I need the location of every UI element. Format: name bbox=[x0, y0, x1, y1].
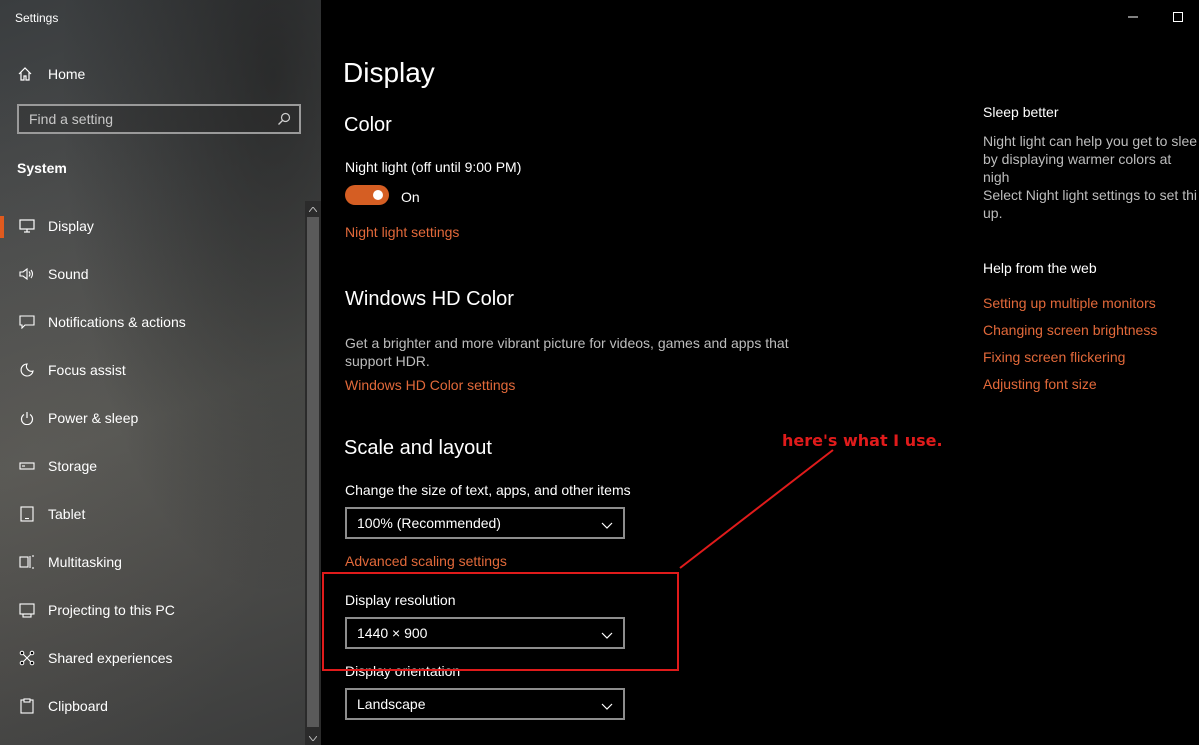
help-link-multiple-monitors[interactable]: Setting up multiple monitors bbox=[983, 295, 1199, 311]
help-from-web-heading: Help from the web bbox=[983, 260, 1097, 276]
hd-color-heading: Windows HD Color bbox=[345, 288, 514, 310]
sidebar-item-label: Display bbox=[48, 218, 94, 234]
shared-icon bbox=[18, 649, 36, 667]
scale-dropdown[interactable]: 100% (Recommended) bbox=[345, 507, 625, 539]
home-label: Home bbox=[48, 66, 86, 82]
scroll-up-arrow-icon[interactable] bbox=[305, 202, 321, 216]
sleep-text-line: Select Night light settings to set thi bbox=[983, 187, 1197, 203]
sidebar-item-clipboard[interactable]: Clipboard bbox=[0, 682, 305, 730]
scale-dropdown-value: 100% (Recommended) bbox=[357, 515, 501, 531]
sidebar-item-multitasking[interactable]: Multitasking bbox=[0, 538, 305, 586]
sidebar-item-tablet[interactable]: Tablet bbox=[0, 490, 305, 538]
maximize-icon bbox=[1173, 9, 1183, 27]
maximize-button[interactable] bbox=[1168, 8, 1188, 28]
night-light-settings-link[interactable]: Night light settings bbox=[345, 224, 459, 240]
search-box[interactable] bbox=[17, 104, 301, 134]
orientation-dropdown-value: Landscape bbox=[357, 696, 426, 712]
sidebar-item-label: Sound bbox=[48, 266, 89, 282]
hd-color-settings-link[interactable]: Windows HD Color settings bbox=[345, 377, 515, 393]
sleep-better-text: Night light can help you get to slee by … bbox=[983, 132, 1199, 222]
sidebar-item-shared-experiences[interactable]: Shared experiences bbox=[0, 634, 305, 682]
sidebar-item-label: Tablet bbox=[48, 506, 86, 522]
moon-icon bbox=[18, 361, 36, 379]
speaker-icon bbox=[18, 265, 36, 283]
sidebar-item-label: Multitasking bbox=[48, 554, 122, 570]
window-title: Settings bbox=[15, 11, 59, 25]
sidebar-item-storage[interactable]: Storage bbox=[0, 442, 305, 490]
help-link-font-size[interactable]: Adjusting font size bbox=[983, 376, 1199, 392]
sleep-text-line: by displaying warmer colors at nigh bbox=[983, 151, 1172, 185]
night-light-toggle[interactable] bbox=[345, 185, 389, 205]
advanced-scaling-link[interactable]: Advanced scaling settings bbox=[345, 553, 507, 569]
night-light-label: Night light (off until 9:00 PM) bbox=[345, 159, 522, 175]
sidebar-item-display[interactable]: Display bbox=[0, 202, 305, 250]
sidebar-item-label: Storage bbox=[48, 458, 98, 474]
sidebar-item-projecting[interactable]: Projecting to this PC bbox=[0, 586, 305, 634]
search-input[interactable] bbox=[29, 111, 269, 127]
sidebar-nav: Display Sound Notifications & actions Fo… bbox=[0, 202, 305, 730]
tablet-icon bbox=[18, 505, 36, 523]
clipboard-icon bbox=[18, 697, 36, 715]
home-icon bbox=[17, 66, 33, 82]
search-icon[interactable] bbox=[277, 112, 291, 129]
hd-color-description: Get a brighter and more vibrant picture … bbox=[345, 335, 789, 369]
home-nav-item[interactable]: Home bbox=[17, 63, 85, 85]
sleep-better-heading: Sleep better bbox=[983, 104, 1059, 120]
annotation-text: here's what I use. bbox=[782, 431, 943, 450]
sidebar-item-sound[interactable]: Sound bbox=[0, 250, 305, 298]
sidebar-item-label: Projecting to this PC bbox=[48, 602, 175, 618]
sidebar-item-label: Clipboard bbox=[48, 698, 108, 714]
scroll-down-arrow-icon[interactable] bbox=[305, 731, 321, 745]
sidebar-item-power-sleep[interactable]: Power & sleep bbox=[0, 394, 305, 442]
notification-icon bbox=[18, 313, 36, 331]
sleep-text-line: Night light can help you get to slee bbox=[983, 133, 1198, 149]
chevron-down-icon bbox=[601, 517, 613, 533]
annotation-arrow-line bbox=[679, 449, 834, 569]
storage-icon bbox=[18, 457, 36, 475]
toggle-state-label: On bbox=[401, 189, 420, 205]
page-title: Display bbox=[343, 57, 435, 88]
orientation-dropdown[interactable]: Landscape bbox=[345, 688, 625, 720]
scale-layout-heading: Scale and layout bbox=[344, 437, 492, 459]
color-heading: Color bbox=[344, 114, 392, 136]
sidebar-item-label: Shared experiences bbox=[48, 650, 173, 666]
minimize-button[interactable] bbox=[1123, 8, 1143, 28]
help-link-screen-flickering[interactable]: Fixing screen flickering bbox=[983, 349, 1199, 365]
sidebar: Settings Home System Display Sound bbox=[0, 0, 321, 745]
section-label-system: System bbox=[17, 160, 67, 176]
scrollbar-thumb[interactable] bbox=[307, 217, 319, 727]
toggle-knob bbox=[373, 190, 383, 200]
minimize-icon bbox=[1128, 9, 1138, 27]
scale-label: Change the size of text, apps, and other… bbox=[345, 482, 631, 498]
help-link-screen-brightness[interactable]: Changing screen brightness bbox=[983, 322, 1199, 338]
sidebar-item-focus-assist[interactable]: Focus assist bbox=[0, 346, 305, 394]
projector-icon bbox=[18, 601, 36, 619]
sidebar-item-label: Notifications & actions bbox=[48, 314, 186, 330]
annotation-highlight-box bbox=[322, 572, 679, 671]
chevron-down-icon bbox=[601, 698, 613, 714]
power-icon bbox=[18, 409, 36, 427]
sidebar-item-label: Focus assist bbox=[48, 362, 126, 378]
display-icon bbox=[18, 217, 36, 235]
sidebar-item-notifications[interactable]: Notifications & actions bbox=[0, 298, 305, 346]
sleep-text-line: up. bbox=[983, 205, 1003, 221]
sidebar-scrollbar[interactable] bbox=[305, 201, 321, 745]
sidebar-item-label: Power & sleep bbox=[48, 410, 139, 426]
multitasking-icon bbox=[18, 553, 36, 571]
